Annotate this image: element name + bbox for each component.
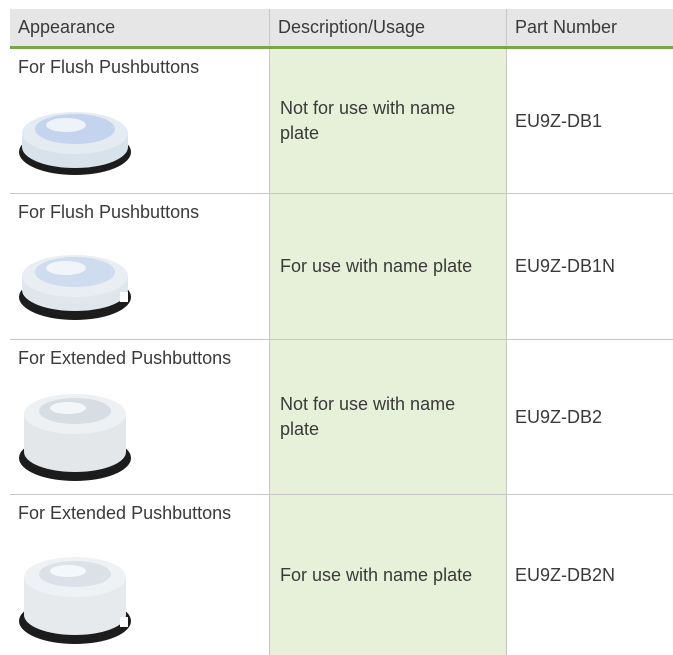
- table-row: For Flush Pushbuttons Not for use with n…: [10, 49, 673, 194]
- appearance-label: For Extended Pushbuttons: [18, 348, 232, 368]
- extended-cap-image: [19, 394, 131, 481]
- part-number-cell: EU9Z-DB2: [515, 406, 603, 427]
- description-cell: Not for use with name plate: [270, 340, 507, 494]
- description-cell: For use with name plate: [270, 194, 507, 339]
- dust-cover-table: Appearance Description/Usage Part Number…: [10, 9, 673, 655]
- table-row: For Extended Pushbuttons For use with na…: [10, 495, 673, 655]
- part-number-cell: EU9Z-DB1N: [515, 256, 616, 276]
- table-row: For Extended Pushbuttons Not for use wit…: [10, 340, 673, 495]
- table-row: For Flush Pushbuttons For use with name …: [10, 194, 673, 340]
- description-cell: Not for use with name plate: [270, 49, 507, 193]
- appearance-label: For Extended Pushbuttons: [18, 503, 232, 523]
- appearance-cell: For Flush Pushbuttons: [10, 194, 270, 339]
- flush-cap-image: [19, 112, 131, 175]
- header-appearance: Appearance: [10, 9, 270, 46]
- appearance-cell: For Extended Pushbuttons: [10, 495, 270, 655]
- part-number-cell: EU9Z-DB2N: [515, 564, 616, 585]
- flush-cap-notched-image: [19, 255, 131, 320]
- part-number-cell: EU9Z-DB1: [515, 110, 603, 131]
- extended-cap-notched-image: [19, 557, 131, 644]
- header-description: Description/Usage: [270, 9, 507, 46]
- appearance-cell: For Extended Pushbuttons: [10, 340, 270, 494]
- table-header: Appearance Description/Usage Part Number: [10, 9, 673, 49]
- header-part-number: Part Number: [515, 17, 618, 37]
- appearance-label: For Flush Pushbuttons: [18, 57, 200, 77]
- appearance-label: For Flush Pushbuttons: [18, 202, 200, 222]
- description-cell: For use with name plate: [270, 495, 507, 655]
- appearance-cell: For Flush Pushbuttons: [10, 49, 270, 193]
